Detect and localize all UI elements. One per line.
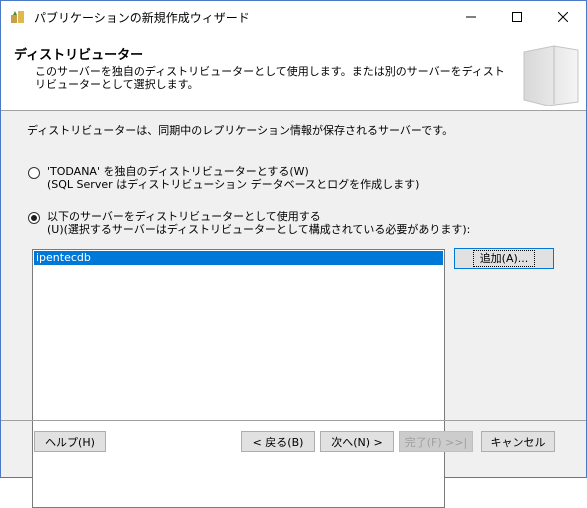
- wizard-header: ディストリビューター このサーバーを独自のディストリビューターとして使用します。…: [1, 32, 586, 111]
- wizard-app-icon: [10, 9, 26, 25]
- radio-other-server[interactable]: [28, 212, 40, 224]
- wizard-content: ディストリビューターは、同期中のレプリケーション情報が保存されるサーバーです。 …: [1, 111, 586, 508]
- add-server-button[interactable]: 追加(A)...: [454, 248, 554, 269]
- cancel-button[interactable]: キャンセル: [481, 431, 555, 452]
- maximize-icon: [512, 11, 522, 22]
- option-other-server-label: 以下のサーバーをディストリビューターとして使用する: [47, 210, 321, 223]
- page-title: ディストリビューター: [14, 48, 144, 63]
- option-other-server-note: (U)(選択するサーバーはディストリビューターとして構成されている必要があります…: [47, 223, 471, 236]
- maximize-button[interactable]: [494, 1, 540, 32]
- close-icon: [558, 11, 568, 22]
- list-item[interactable]: ipentecdb: [34, 251, 443, 265]
- option-own-distributor-label: 'TODANA' を独自のディストリビューターとする(W): [47, 165, 309, 178]
- option-other-server[interactable]: 以下のサーバーをディストリビューターとして使用する (U)(選択するサーバーはデ…: [28, 210, 470, 236]
- minimize-icon: [466, 16, 476, 17]
- window-title: パブリケーションの新規作成ウィザード: [34, 11, 250, 25]
- help-button[interactable]: ヘルプ(H): [34, 431, 106, 452]
- server-listbox[interactable]: ipentecdb: [32, 249, 445, 508]
- wizard-window: パブリケーションの新規作成ウィザード ディストリビューター このサーバーを独自の…: [0, 0, 587, 508]
- option-own-distributor[interactable]: 'TODANA' を独自のディストリビューターとする(W) (SQL Serve…: [28, 165, 419, 191]
- intro-text: ディストリビューターは、同期中のレプリケーション情報が保存されるサーバーです。: [27, 124, 454, 137]
- server-graphic: [523, 45, 579, 106]
- option-own-distributor-note: (SQL Server はディストリビューション データベースとログを作成します…: [47, 178, 420, 191]
- title-bar: パブリケーションの新規作成ウィザード: [1, 1, 586, 32]
- radio-own-distributor[interactable]: [28, 167, 40, 179]
- finish-button[interactable]: 完了(F) >>|: [399, 431, 473, 452]
- minimize-button[interactable]: [448, 1, 494, 32]
- close-button[interactable]: [540, 1, 586, 32]
- footer-divider: [1, 420, 586, 421]
- next-button[interactable]: 次へ(N) >: [320, 431, 394, 452]
- back-button[interactable]: < 戻る(B): [241, 431, 315, 452]
- page-description: このサーバーを独自のディストリビューターとして使用します。または別のサーバーをデ…: [35, 65, 505, 91]
